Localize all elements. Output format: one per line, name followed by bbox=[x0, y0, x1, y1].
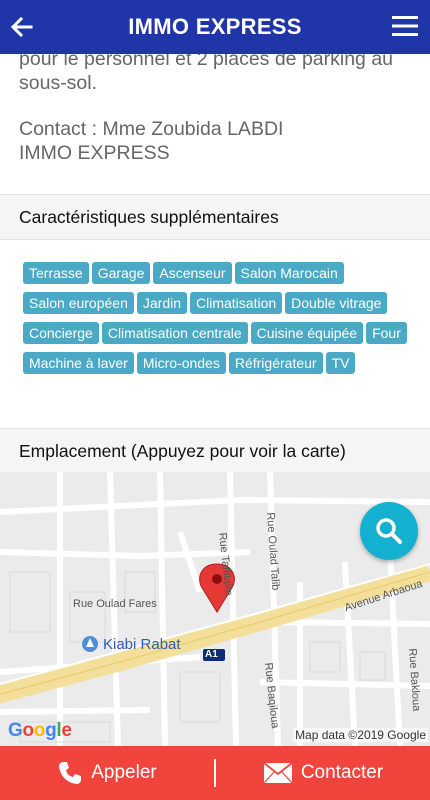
street-label: Rue Oulad Fares bbox=[73, 598, 157, 610]
call-button-label: Appeler bbox=[91, 762, 157, 783]
feature-tag: Salon Marocain bbox=[234, 262, 344, 284]
feature-tag: Climatisation centrale bbox=[101, 322, 248, 344]
feature-tag: Terrasse bbox=[23, 262, 89, 284]
feature-tag: Machine à laver bbox=[23, 352, 134, 374]
feature-tag: Double vitrage bbox=[285, 292, 388, 314]
listing-content: pour le personnel et 2 places de parking… bbox=[0, 54, 430, 746]
poi-marker-icon bbox=[82, 636, 98, 652]
feature-tag: Réfrigérateur bbox=[228, 352, 323, 374]
phone-icon bbox=[59, 762, 82, 784]
feature-tag: Four bbox=[366, 322, 407, 344]
features-heading: Caractéristiques supplémentaires bbox=[0, 194, 430, 240]
features-tag-list: Terrasse Garage Ascenseur Salon Marocain Sal… bbox=[23, 262, 413, 382]
feature-tag: Cuisine équipée bbox=[250, 322, 364, 344]
location-heading[interactable]: Emplacement (Appuyez pour voir la carte) bbox=[0, 428, 430, 474]
feature-tag: Concierge bbox=[23, 322, 99, 344]
contact-button-label: Contacter bbox=[300, 762, 384, 783]
envelope-icon bbox=[263, 762, 293, 784]
bottom-action-bar: Appeler Contacter bbox=[0, 746, 430, 800]
location-map[interactable]: Rue Oulad Fares Kiabi Rabat A1 Rue Taffi… bbox=[0, 472, 430, 746]
feature-tag: Ascenseur bbox=[153, 262, 232, 284]
google-logo: Google bbox=[8, 720, 72, 741]
description-paragraph: pour le personnel et 2 places de parking… bbox=[19, 54, 394, 94]
search-icon bbox=[376, 518, 402, 544]
hamburger-menu-icon[interactable] bbox=[392, 15, 418, 37]
marker-label: A1 bbox=[205, 649, 218, 660]
app-header: IMMO EXPRESS bbox=[0, 0, 430, 54]
app-title: IMMO EXPRESS bbox=[128, 14, 302, 39]
map-search-button[interactable] bbox=[360, 502, 418, 560]
call-button[interactable]: Appeler bbox=[0, 746, 214, 800]
feature-tag: TV bbox=[325, 352, 356, 374]
contact-info: Contact : Mme Zoubida LABDI IMMO EXPRESS bbox=[19, 118, 284, 164]
feature-tag: Micro-ondes bbox=[136, 352, 226, 374]
poi-label: Kiabi Rabat bbox=[103, 636, 181, 653]
feature-tag: Garage bbox=[91, 262, 151, 284]
feature-tag: Jardin bbox=[136, 292, 188, 314]
feature-tag: Climatisation bbox=[190, 292, 283, 314]
back-arrow-icon[interactable] bbox=[10, 13, 34, 41]
feature-tag: Salon européen bbox=[23, 292, 134, 314]
map-attribution: Map data ©2019 Google bbox=[293, 728, 428, 742]
description-text: pour le personnel et 2 places de parking… bbox=[0, 54, 430, 165]
contact-button[interactable]: Contacter bbox=[216, 746, 430, 800]
